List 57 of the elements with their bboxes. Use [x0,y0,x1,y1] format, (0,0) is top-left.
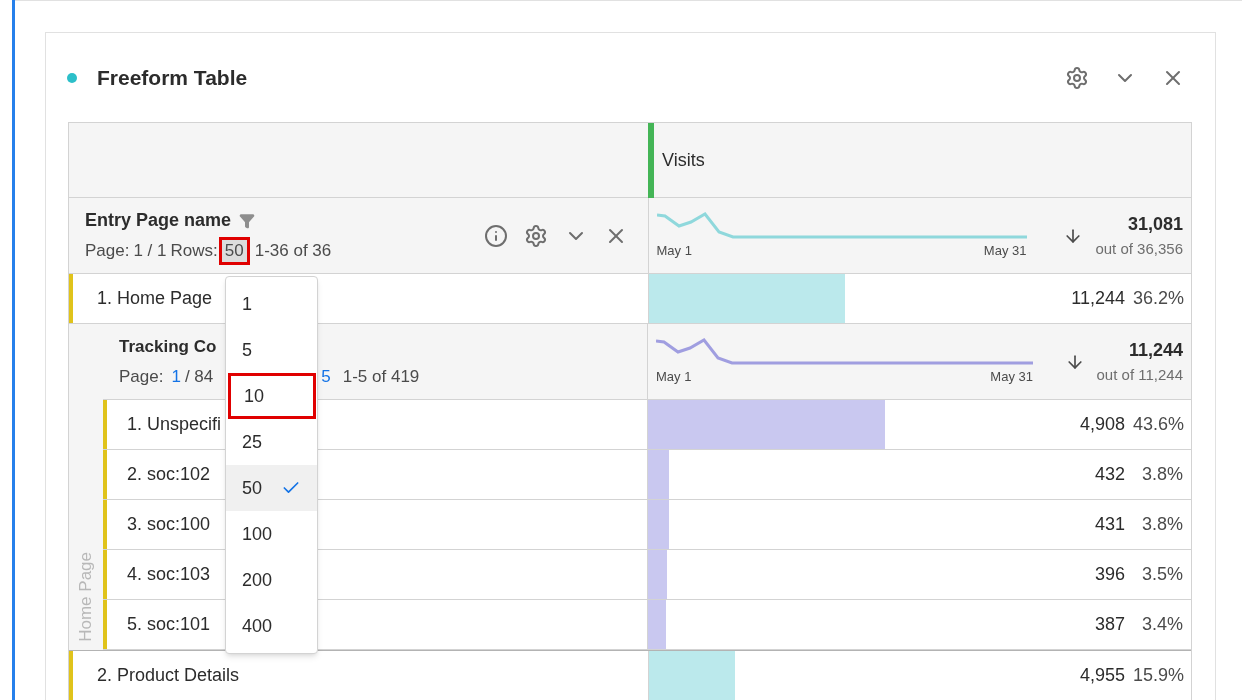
page-label: Page: [85,240,130,263]
rows-dropdown[interactable]: 50 [221,240,247,262]
menu-option[interactable]: 1 [226,281,317,327]
rows-link[interactable]: 5 [321,363,331,389]
row-label[interactable]: 2. soc:102 [127,461,211,488]
row-range: 1-5 of 419 [342,365,420,388]
settings-icon[interactable] [523,223,548,248]
row-label[interactable]: 1. Unspecifi [127,411,222,438]
total-out-of: out of 36,356 [1095,238,1183,259]
metric-percent: 3.4% [1140,613,1183,636]
dimension-name: Tracking Co [119,336,217,358]
parent-label: Home Page [75,552,97,642]
date-label: May 31 [983,241,1027,260]
metric-value: 396 [1094,563,1125,586]
row-label[interactable]: 4. soc:103 [127,561,211,588]
metric-percent: 3.8% [1140,463,1183,486]
row-range: 1-36 of 36 [254,240,332,263]
row-label[interactable]: 5. soc:101 [127,611,211,638]
page-label: Page: [119,365,164,388]
page-link[interactable]: 1 [171,363,181,389]
date-label: May 31 [990,367,1033,386]
menu-option[interactable]: 400 [226,603,317,649]
metric-percent: 36.2% [1133,287,1183,310]
menu-option[interactable]: 5 [226,327,317,373]
filter-icon[interactable] [239,212,256,229]
metric-value: 432 [1094,463,1125,486]
total-value: 11,244 [1128,338,1183,362]
metric-percent: 15.9% [1133,664,1183,687]
page-count: / 84 [184,365,214,388]
rows-label: Rows: [170,240,218,263]
metric-value: 431 [1094,513,1125,536]
info-icon[interactable] [483,223,508,248]
date-label: May 1 [656,241,692,260]
total-out-of: out of 11,244 [1096,364,1183,385]
dimension-name: Entry Page name [85,209,232,233]
total-value: 31,081 [1127,212,1183,236]
settings-icon[interactable] [1065,65,1089,90]
metric-value: 11,244 [1071,287,1125,310]
metric-percent: 3.5% [1140,563,1183,586]
metric-value: 387 [1094,613,1125,636]
date-label: May 1 [656,367,692,386]
panel-title: Freeform Table [97,64,248,91]
menu-option[interactable]: 50 [226,465,317,511]
row-label[interactable]: 2. Product Details [97,662,240,689]
menu-option[interactable]: 200 [226,557,317,603]
menu-option[interactable]: 25 [226,419,317,465]
metric-percent: 43.6% [1133,413,1183,436]
column-header[interactable]: Visits [662,146,705,174]
row-label[interactable]: 1. Home Page [97,285,213,312]
row-label[interactable]: 3. soc:100 [127,511,211,538]
menu-option[interactable]: 100 [226,511,317,557]
column-grip[interactable] [648,122,654,198]
menu-option[interactable]: 10 [228,373,316,419]
metric-value: 4,955 [1079,664,1125,687]
page-count: 1 / 1 [133,240,167,263]
metric-value: 4,908 [1079,413,1125,436]
metric-percent: 3.8% [1140,513,1183,536]
